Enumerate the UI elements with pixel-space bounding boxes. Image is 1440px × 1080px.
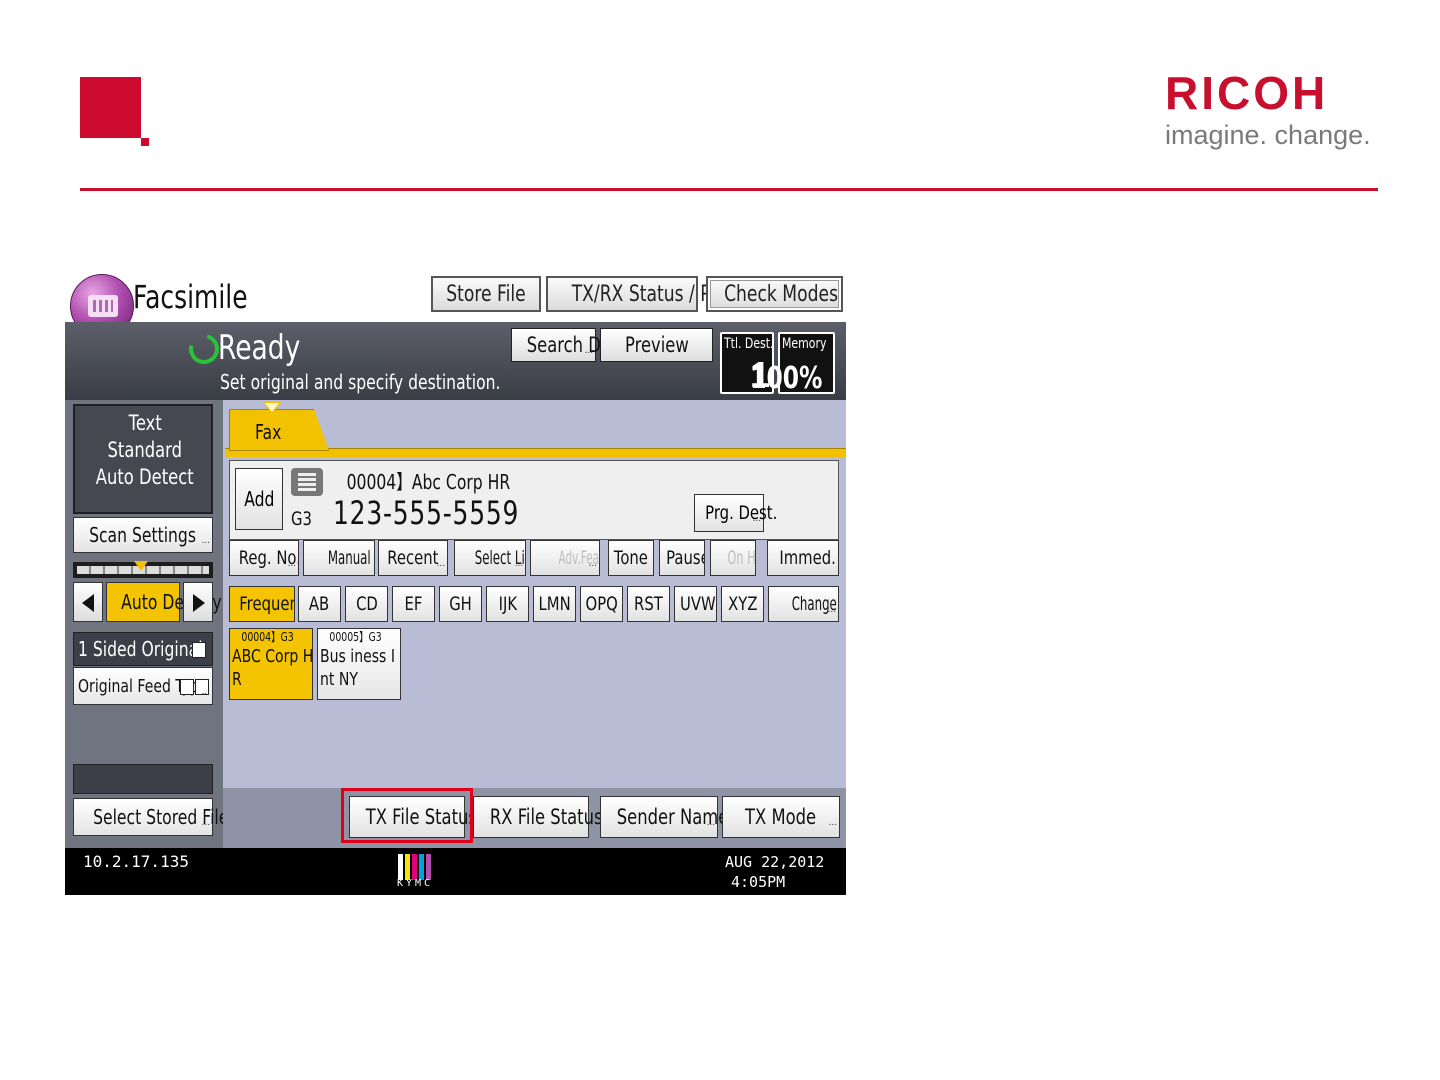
index-tab-cd[interactable]: CD bbox=[345, 586, 388, 622]
search-dest-button[interactable]: Search Dest. bbox=[511, 328, 631, 367]
reg-no-button[interactable]: Reg. No. bbox=[229, 540, 299, 576]
index-tab-ijk[interactable]: IJK bbox=[486, 586, 529, 622]
date-time: AUG 22,2012 4:05PM bbox=[725, 852, 824, 892]
status-title: Ready bbox=[218, 328, 301, 368]
toner-c-icon bbox=[419, 854, 424, 880]
add-destination-button[interactable]: Add bbox=[235, 468, 283, 530]
ricoh-tagline: imagine. change. bbox=[1165, 120, 1371, 150]
index-tab-uvw[interactable]: UVW bbox=[674, 586, 717, 622]
toner-m-icon bbox=[412, 854, 417, 880]
feed-orientation-icon bbox=[180, 679, 194, 695]
index-tab-ef[interactable]: EF bbox=[392, 586, 435, 622]
index-tab-opq[interactable]: OPQ bbox=[580, 586, 623, 622]
status-message: Set original and specify destination. bbox=[220, 370, 501, 394]
line-type-label: G3 bbox=[291, 508, 312, 530]
destination-name: 00004】Abc Corp HR bbox=[331, 470, 511, 494]
arrow-right-icon bbox=[193, 594, 205, 612]
auto-density-button[interactable]: Auto Density bbox=[106, 582, 222, 622]
density-lighter-button[interactable] bbox=[73, 582, 103, 622]
ip-address: 10.2.17.135 bbox=[83, 852, 189, 871]
fax-control-panel: Facsimile Store File TX/RX Status / Prin… bbox=[65, 272, 846, 895]
address-card-selected[interactable]: 00004】G3 ABC Corp H R bbox=[229, 628, 313, 700]
toner-labels: KYMC bbox=[397, 878, 434, 889]
index-tab-gh[interactable]: GH bbox=[439, 586, 482, 622]
select-stored-file-button[interactable]: Select Stored File bbox=[73, 798, 228, 841]
preview-button[interactable]: Preview bbox=[600, 328, 713, 362]
toner-extra-icon bbox=[426, 854, 431, 880]
manual-entry-button[interactable]: Manual Entry bbox=[303, 540, 375, 576]
brand-square-foot bbox=[141, 138, 149, 146]
brand-square bbox=[80, 77, 141, 138]
tab-marker-inner-icon bbox=[265, 403, 279, 412]
time: 4:05PM bbox=[731, 873, 786, 891]
ricoh-wordmark: RICOH bbox=[1165, 67, 1329, 119]
tx-rx-status-print-button[interactable]: TX/RX Status / Print bbox=[546, 276, 740, 312]
tone-button[interactable]: Tone bbox=[608, 540, 654, 576]
toner-y-icon bbox=[405, 854, 410, 880]
destination-number: 123-555-5559 bbox=[333, 494, 520, 532]
original-page-icon bbox=[192, 642, 206, 658]
index-tab-ab[interactable]: AB bbox=[298, 586, 341, 622]
recent-button[interactable]: Recent bbox=[378, 540, 448, 576]
change-title-button[interactable]: Change Title bbox=[768, 586, 839, 622]
memory-indicator: Memory 100% bbox=[751, 332, 835, 396]
ricoh-logo: RICOH imagine. change. bbox=[1165, 70, 1380, 160]
adv-features-button[interactable]: Adv.Features bbox=[530, 540, 600, 576]
density-marker-icon bbox=[134, 561, 148, 571]
immediate-tx-button[interactable]: Immed. TX bbox=[767, 540, 839, 576]
feed-orientation-alt-icon bbox=[195, 679, 209, 695]
arrow-left-icon bbox=[82, 594, 94, 612]
sender-name-button[interactable]: Sender Name bbox=[600, 796, 728, 843]
pause-button[interactable]: Pause bbox=[659, 540, 705, 576]
tab-fax-label: Fax bbox=[255, 420, 282, 444]
index-tab-rst[interactable]: RST bbox=[627, 586, 670, 622]
scan-settings-button[interactable]: Scan Settings bbox=[73, 517, 213, 558]
app-title: Facsimile bbox=[133, 278, 248, 316]
density-darker-button[interactable] bbox=[183, 582, 213, 622]
select-line-button[interactable]: Select Line bbox=[454, 540, 526, 576]
tx-mode-button[interactable]: TX Mode bbox=[722, 796, 840, 843]
tx-file-status-highlight bbox=[341, 788, 473, 843]
fax-machine-icon bbox=[88, 295, 118, 317]
header-rule bbox=[80, 188, 1378, 191]
stored-file-indicator bbox=[73, 764, 213, 794]
rx-file-status-button[interactable]: RX File Status bbox=[473, 796, 603, 838]
on-hook-button[interactable]: On Hook bbox=[710, 540, 756, 576]
store-file-button[interactable]: Store File bbox=[431, 276, 541, 312]
toner-k-icon bbox=[398, 854, 403, 880]
index-tab-lmn[interactable]: LMN bbox=[533, 586, 576, 622]
index-tab-xyz[interactable]: XYZ bbox=[721, 586, 764, 622]
address-card[interactable]: 00005】G3 Bus iness I nt NY bbox=[317, 628, 401, 700]
check-modes-button[interactable]: Check Modes bbox=[706, 276, 843, 312]
sided-original-button[interactable]: 1 Sided Original bbox=[73, 632, 213, 666]
fax-line-icon bbox=[291, 468, 323, 496]
program-destination-button[interactable]: Prg. Dest. bbox=[694, 494, 777, 537]
original-feed-type-button[interactable]: Original Feed Type bbox=[73, 667, 213, 710]
date: AUG 22,2012 bbox=[725, 853, 825, 871]
scan-quality-summary: Text Standard Auto Detect bbox=[73, 404, 213, 514]
index-tab-frequent[interactable]: Frequent bbox=[229, 586, 295, 622]
